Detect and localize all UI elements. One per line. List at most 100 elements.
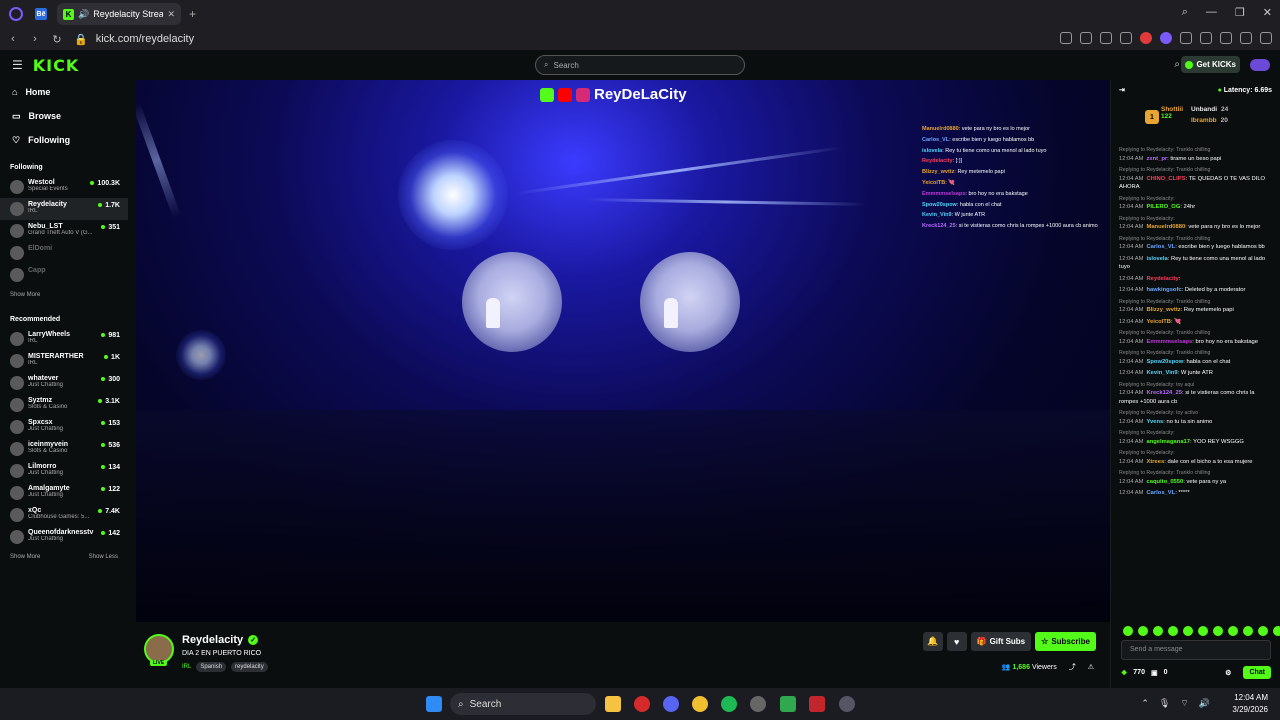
chat-username[interactable]: zxnt_pr [1147, 156, 1168, 162]
file-explorer-icon[interactable] [605, 696, 621, 712]
tag-spanish[interactable]: Spanish [196, 662, 227, 672]
kick-logo[interactable]: KICK [33, 56, 80, 75]
opera-logo-icon[interactable] [9, 7, 23, 21]
microphone-icon[interactable]: 🎙 [1159, 698, 1170, 709]
forward-button[interactable]: › [26, 33, 44, 45]
chat-message[interactable]: Replying to Reydelacity: toy aqui 12:04 A… [1119, 381, 1273, 407]
sidebar-channel[interactable]: xQc Clubhouse Games: 5... 7.4K [0, 504, 128, 526]
sidebar-channel[interactable]: Reydelacity IRL 1.7K [0, 198, 128, 220]
new-tab-button[interactable]: + [189, 7, 196, 21]
extension-red-icon[interactable] [1140, 32, 1152, 44]
download-icon[interactable] [1240, 32, 1252, 44]
show-less-button[interactable]: Show Less [89, 554, 118, 566]
emote-icon[interactable] [1258, 626, 1268, 636]
discord-icon[interactable] [663, 696, 679, 712]
chat-message[interactable]: Replying to Reydelacity: Tranklo chillin… [1119, 329, 1273, 346]
kicks-icon[interactable]: ❖ [1121, 669, 1127, 677]
chat-username[interactable]: Reydelacity [1147, 276, 1179, 282]
chat-message-input[interactable]: Send a message [1121, 640, 1271, 660]
sidebar-channel[interactable]: Capp [0, 264, 128, 286]
chat-message[interactable]: Replying to Reydelacity: toy activo 12:04… [1119, 409, 1273, 426]
emote-icon[interactable] [1138, 626, 1148, 636]
chat-username[interactable]: Kevin_Vin9 [1147, 370, 1178, 376]
search-input[interactable]: ⌕ Search [535, 55, 745, 75]
app-yellow-icon[interactable] [692, 696, 708, 712]
emote-icon[interactable] [1228, 626, 1238, 636]
url-text[interactable]: kick.com/reydelacity [96, 33, 194, 45]
chat-username[interactable]: Manuelrd0880 [1147, 224, 1186, 230]
search-header-icon[interactable]: ⌕ [1174, 59, 1180, 70]
wallet-icon[interactable] [1180, 32, 1192, 44]
minimize-button[interactable]: — [1206, 6, 1217, 19]
chevron-up-icon[interactable]: ⌃ [1141, 698, 1149, 709]
sidebar-channel[interactable]: Nebu_LST Grand Theft Auto V (G... 351 [0, 220, 128, 242]
settings-icon[interactable] [839, 696, 855, 712]
chat-username[interactable]: Carlos_VL [1147, 244, 1176, 250]
emote-icon[interactable] [1153, 626, 1163, 636]
chat-message[interactable]: Replying to Reydelacity: 12:04 AM Xtrees: … [1119, 449, 1273, 466]
chat-username[interactable]: CHINO_CLIPS [1147, 176, 1186, 182]
spotify-icon[interactable] [721, 696, 737, 712]
notification-bell-button[interactable]: 🔔 [922, 632, 943, 651]
shield-icon[interactable] [1100, 32, 1112, 44]
show-more-button[interactable]: Show More [10, 292, 40, 304]
chat-username[interactable]: Xtrees [1147, 459, 1165, 465]
search-tabs-icon[interactable]: ⌕ [1182, 6, 1188, 19]
sidebar-channel[interactable]: Amalgamyte Just Chatting 122 [0, 482, 128, 504]
maximize-button[interactable]: ❐ [1235, 6, 1245, 19]
zoom-icon[interactable] [1060, 32, 1072, 44]
chat-username[interactable]: Carlos_VL [1147, 490, 1176, 496]
emote-icon[interactable] [1213, 626, 1223, 636]
tag-reydelacity[interactable]: reydelacity [231, 662, 268, 672]
windows-start-icon[interactable] [426, 696, 442, 712]
emote-icon[interactable] [1198, 626, 1208, 636]
emote-icon[interactable] [1273, 626, 1280, 636]
chat-message[interactable]: Replying to Reydelacity: Tranklo chillin… [1119, 146, 1273, 163]
user-avatar[interactable] [1250, 59, 1270, 71]
heart-icon[interactable] [1120, 32, 1132, 44]
app-red-icon[interactable] [809, 696, 825, 712]
close-tab-icon[interactable]: ✕ [167, 9, 175, 20]
chat-username[interactable]: Emmmmselsaps [1147, 339, 1193, 345]
chat-message[interactable]: 12:04 AM hawkingsofc: Deleted by a modera… [1119, 286, 1273, 295]
chat-username[interactable]: hawkingsofc [1147, 287, 1182, 293]
points-icon[interactable]: ▣ [1151, 669, 1158, 677]
sidebar-channel[interactable]: ElDomi [0, 242, 128, 264]
sidebar-channel[interactable]: Spxcsx Just Chatting 153 [0, 416, 128, 438]
volume-icon[interactable]: 🔊 [1199, 698, 1210, 709]
chat-username[interactable]: Blizzy_wvttz [1147, 307, 1181, 313]
chat-message[interactable]: Replying to Reydelacity: 12:04 AM PILERO_O… [1119, 195, 1273, 212]
chat-message[interactable]: Replying to Reydelacity: Tranklo chillin… [1119, 349, 1273, 366]
chat-message[interactable]: Replying to Reydelacity: Tranklo chillin… [1119, 469, 1273, 486]
profile-icon[interactable] [1220, 32, 1232, 44]
puzzle-icon[interactable] [1200, 32, 1212, 44]
chat-username[interactable]: caquito_0550 [1147, 479, 1184, 485]
share-icon[interactable]: ⤴ [1069, 662, 1076, 672]
follow-heart-button[interactable]: ♥ [946, 632, 967, 651]
sidebar-channel[interactable]: LarryWheels IRL 981 [0, 328, 128, 350]
hamburger-menu-icon[interactable]: ☰ [12, 58, 23, 72]
chat-username[interactable]: YeicolTB [1147, 319, 1171, 325]
leader-1[interactable]: Shottiii 122 [1161, 106, 1183, 120]
video-player[interactable]: ReyDeLaCity Manuelrd0880: vete para ny b… [136, 80, 1110, 622]
sidebar-item-home[interactable]: ⌂ Home [0, 80, 128, 104]
chat-message[interactable]: 12:04 AM Carlos_VL: ***** [1119, 489, 1273, 498]
taskbar-search[interactable]: ⌕ Search [450, 693, 596, 715]
steam-icon[interactable] [750, 696, 766, 712]
opera-taskbar-icon[interactable] [634, 696, 650, 712]
chat-message[interactable]: 12:04 AM Kevin_Vin9: W junte ATR [1119, 369, 1273, 378]
get-kicks-button[interactable]: Get KICKs [1181, 56, 1240, 73]
chat-message[interactable]: Replying to Reydelacity: 12:04 AM Manuelrd… [1119, 215, 1273, 232]
sidebar-channel[interactable]: Queenofdarknesstv Just Chatting 142 [0, 526, 128, 548]
show-more-recommended-button[interactable]: Show More [10, 554, 40, 566]
close-window-button[interactable]: ✕ [1263, 6, 1272, 19]
sidebar-channel[interactable]: whatever Just Chatting 300 [0, 372, 128, 394]
app-green-icon[interactable] [780, 696, 796, 712]
extension-purple-icon[interactable] [1160, 32, 1172, 44]
chat-username[interactable]: PILERO_OG [1147, 204, 1181, 210]
collapse-chat-icon[interactable]: ⇥ [1119, 86, 1125, 94]
emote-icon[interactable] [1123, 626, 1133, 636]
chat-username[interactable]: Yvens [1147, 419, 1164, 425]
chat-message[interactable]: Replying to Reydelacity: Tranklo chillin… [1119, 166, 1273, 192]
subscribe-button[interactable]: ☆ Subscribe [1035, 632, 1096, 651]
